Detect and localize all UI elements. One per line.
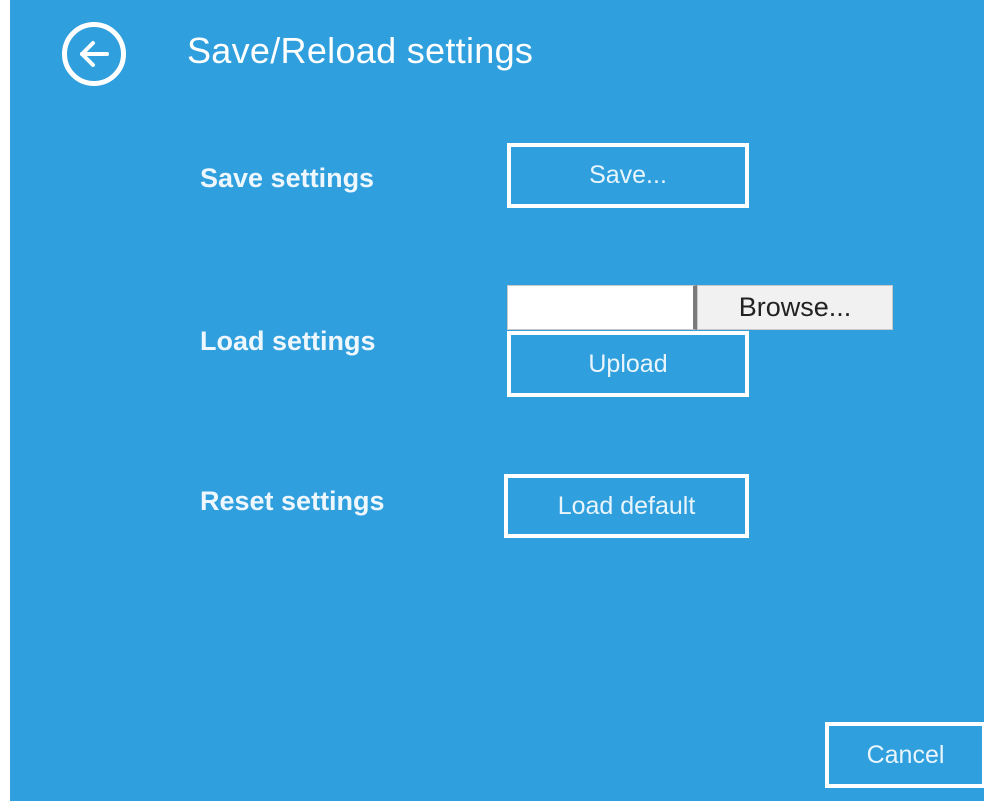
back-button[interactable] — [62, 22, 126, 86]
upload-button[interactable]: Upload — [507, 331, 749, 397]
file-path-input[interactable] — [507, 285, 697, 330]
settings-panel: Save/Reload settings Save settings Save.… — [10, 0, 984, 801]
back-arrow-icon — [80, 41, 109, 67]
reset-settings-label: Reset settings — [200, 486, 385, 516]
save-settings-label: Save settings — [200, 163, 375, 193]
load-default-button[interactable]: Load default — [504, 474, 749, 538]
load-settings-label: Load settings — [200, 326, 376, 356]
cancel-button[interactable]: Cancel — [825, 722, 984, 788]
browse-button[interactable]: Browse... — [697, 285, 893, 330]
page-title: Save/Reload settings — [187, 30, 534, 71]
save-button[interactable]: Save... — [507, 143, 749, 208]
